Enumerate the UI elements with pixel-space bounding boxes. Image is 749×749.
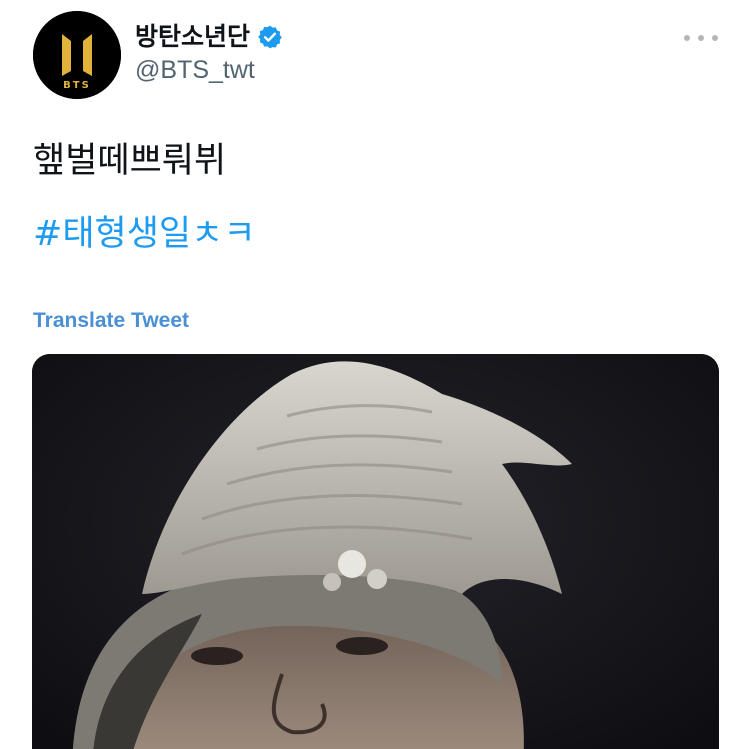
logo-text: BTS bbox=[63, 80, 91, 91]
tweet-media-image[interactable] bbox=[32, 354, 719, 749]
tweet: BTS 방탄소년단 @BTS_twt 햎벌떼쁘뤄뷔 #태형생일ㅊㅋ Transl… bbox=[0, 0, 749, 749]
photo-illustration bbox=[32, 354, 719, 749]
display-name-row[interactable]: 방탄소년단 bbox=[135, 20, 283, 54]
display-name[interactable]: 방탄소년단 bbox=[135, 20, 250, 54]
bts-logo: BTS bbox=[33, 11, 121, 99]
avatar[interactable]: BTS bbox=[33, 11, 121, 99]
tweet-text: 햎벌떼쁘뤄뷔 bbox=[33, 141, 227, 181]
translate-tweet-link[interactable]: Translate Tweet bbox=[33, 308, 189, 334]
more-options-icon[interactable] bbox=[684, 30, 718, 46]
user-handle[interactable]: @BTS_twt bbox=[135, 55, 255, 85]
verified-badge-icon bbox=[257, 24, 283, 50]
hashtag-link[interactable]: #태형생일ㅊㅋ bbox=[33, 213, 256, 255]
